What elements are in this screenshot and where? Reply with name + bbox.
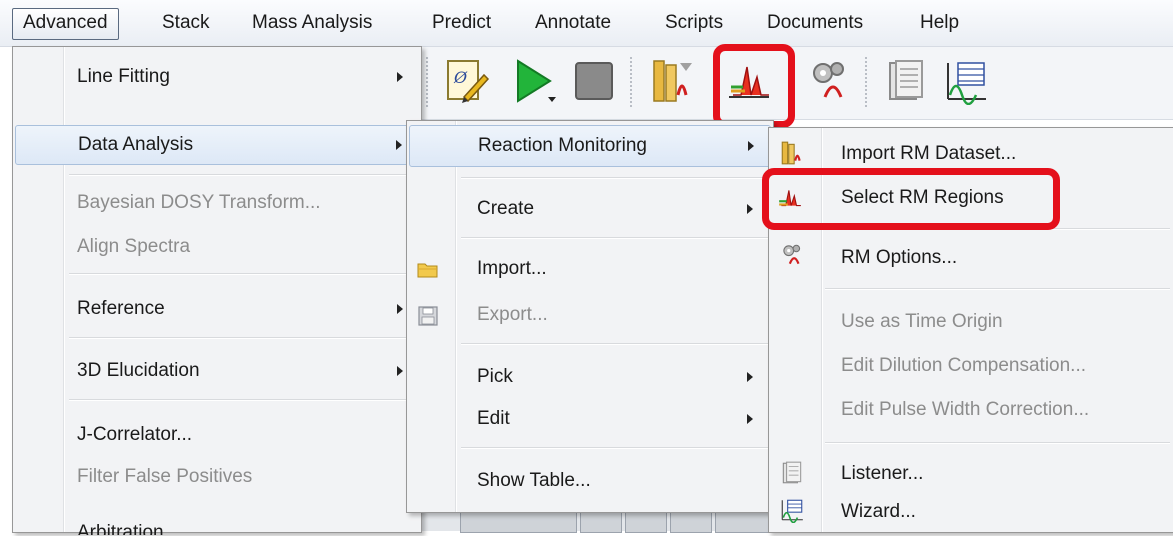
menu-item-listener[interactable]: Listener... — [769, 456, 1173, 492]
menu-help[interactable]: Help — [910, 8, 969, 38]
wizard-icon[interactable] — [942, 57, 990, 106]
menu-item-label: Import RM Dataset... — [841, 143, 1017, 164]
rm-options-icon[interactable] — [805, 57, 853, 105]
menu-item-arbitration[interactable]: Arbitration — [13, 515, 421, 535]
menu-item-use-as-time-origin[interactable]: Use as Time Origin — [769, 304, 1173, 340]
menu-item-label: Use as Time Origin — [841, 311, 1003, 332]
menu-item-import-rm-dataset[interactable]: Import RM Dataset... — [769, 136, 1173, 172]
menu-item-reference[interactable]: Reference — [13, 291, 421, 327]
run-icon[interactable] — [510, 57, 558, 105]
menu-item-label: Import... — [477, 258, 547, 279]
select-rm-regions-icon[interactable] — [725, 57, 773, 105]
menu-item-label: Select RM Regions — [841, 187, 1004, 208]
save-icon — [417, 304, 439, 326]
menu-item-import[interactable]: Import... — [407, 251, 773, 287]
listener-icon — [779, 460, 805, 486]
menu-item-label: Align Spectra — [77, 236, 191, 257]
menu-item-reaction-monitoring[interactable]: Reaction Monitoring — [409, 125, 771, 167]
menu-separator — [461, 447, 769, 449]
data-analysis-menu: Reaction Monitoring Create Import... Exp… — [406, 120, 774, 513]
folder-icon — [417, 258, 439, 280]
toolbar-separator — [426, 57, 428, 109]
menu-item-label: J-Correlator... — [77, 424, 193, 445]
menu-separator — [825, 228, 1170, 230]
menu-item-line-fitting[interactable]: Line Fitting — [13, 59, 421, 95]
menu-item-filter-false-positives[interactable]: Filter False Positives — [13, 459, 421, 495]
menu-annotate[interactable]: Annotate — [525, 8, 621, 38]
submenu-arrow-icon — [397, 304, 403, 314]
menu-item-label: 3D Elucidation — [77, 360, 200, 381]
submenu-arrow-icon — [747, 204, 753, 214]
menu-item-label: Bayesian DOSY Transform... — [77, 192, 321, 213]
menu-item-align-spectra[interactable]: Align Spectra — [13, 229, 421, 265]
menu-item-bayesian-dosy[interactable]: Bayesian DOSY Transform... — [13, 185, 421, 221]
svg-text:Ø: Ø — [453, 68, 468, 87]
menu-item-label: Show Table... — [477, 470, 591, 491]
advanced-menu: Line Fitting Data Analysis Bayesian DOSY… — [12, 46, 422, 535]
menu-item-label: Reaction Monitoring — [478, 135, 647, 156]
menu-item-label: Create — [477, 198, 535, 219]
menu-item-data-analysis[interactable]: Data Analysis — [15, 125, 419, 165]
menu-separator — [69, 337, 417, 339]
menu-item-label: Filter False Positives — [77, 466, 253, 487]
menu-item-label: Export... — [477, 304, 548, 325]
menu-scripts[interactable]: Scripts — [655, 8, 733, 38]
submenu-arrow-icon — [396, 140, 402, 150]
menu-item-label: Data Analysis — [78, 134, 194, 155]
menu-item-rm-options[interactable]: RM Options... — [769, 240, 1173, 276]
menu-item-j-correlator[interactable]: J-Correlator... — [13, 417, 421, 453]
import-rm-dataset-icon[interactable] — [648, 57, 696, 105]
menu-separator — [69, 273, 417, 275]
toolbar: Ø — [420, 47, 1173, 120]
menu-item-label: Wizard... — [841, 501, 916, 522]
import-rm-dataset-icon — [779, 140, 805, 166]
menu-item-edit[interactable]: Edit — [407, 401, 773, 437]
submenu-arrow-icon — [747, 414, 753, 424]
reaction-monitoring-menu: Import RM Dataset... Select RM Regions R… — [768, 127, 1173, 533]
menu-item-label: Arbitration — [77, 522, 164, 535]
menu-separator — [825, 442, 1170, 444]
submenu-arrow-icon — [397, 72, 403, 82]
menu-separator — [461, 343, 769, 345]
toolbar-separator — [630, 57, 632, 109]
menu-separator — [69, 174, 417, 176]
wizard-icon — [779, 497, 805, 524]
menu-bar: Advanced Stack Mass Analysis Predict Ann… — [0, 0, 1173, 47]
menu-separator — [461, 177, 769, 179]
menu-advanced[interactable]: Advanced — [12, 8, 119, 40]
script-edit-icon[interactable]: Ø — [442, 57, 490, 105]
menu-mass-analysis[interactable]: Mass Analysis — [242, 8, 382, 38]
menu-item-edit-pulse-width-correction[interactable]: Edit Pulse Width Correction... — [769, 392, 1173, 428]
menu-item-label: Edit — [477, 408, 510, 429]
menu-stack[interactable]: Stack — [152, 8, 220, 38]
menu-item-create[interactable]: Create — [407, 191, 773, 227]
menu-item-edit-dilution-compensation[interactable]: Edit Dilution Compensation... — [769, 348, 1173, 384]
menu-item-wizard[interactable]: Wizard... — [769, 494, 1173, 530]
menu-item-label: Edit Dilution Compensation... — [841, 355, 1087, 376]
menu-item-label: Reference — [77, 298, 165, 319]
select-rm-regions-icon — [777, 185, 803, 211]
menu-item-3d-elucidation[interactable]: 3D Elucidation — [13, 353, 421, 389]
menu-predict[interactable]: Predict — [422, 8, 501, 38]
menu-item-label: Pick — [477, 366, 513, 387]
menu-item-show-table[interactable]: Show Table... — [407, 463, 773, 499]
menu-item-label: RM Options... — [841, 247, 958, 268]
menu-item-label: Listener... — [841, 463, 924, 484]
submenu-arrow-icon — [747, 372, 753, 382]
submenu-arrow-icon — [748, 141, 754, 151]
toolbar-separator — [865, 57, 867, 109]
submenu-arrow-icon — [397, 366, 403, 376]
menu-separator — [69, 399, 417, 401]
stop-icon[interactable] — [570, 57, 618, 105]
rm-options-icon — [779, 242, 805, 268]
menu-item-export[interactable]: Export... — [407, 297, 773, 333]
menu-separator — [825, 288, 1170, 290]
listener-icon[interactable] — [882, 57, 930, 105]
menu-separator — [461, 237, 769, 239]
menu-item-label: Line Fitting — [77, 66, 170, 87]
menu-documents[interactable]: Documents — [757, 8, 873, 38]
menu-item-pick[interactable]: Pick — [407, 359, 773, 395]
menu-item-select-rm-regions[interactable]: Select RM Regions — [769, 180, 1173, 216]
menu-item-label: Edit Pulse Width Correction... — [841, 399, 1090, 420]
